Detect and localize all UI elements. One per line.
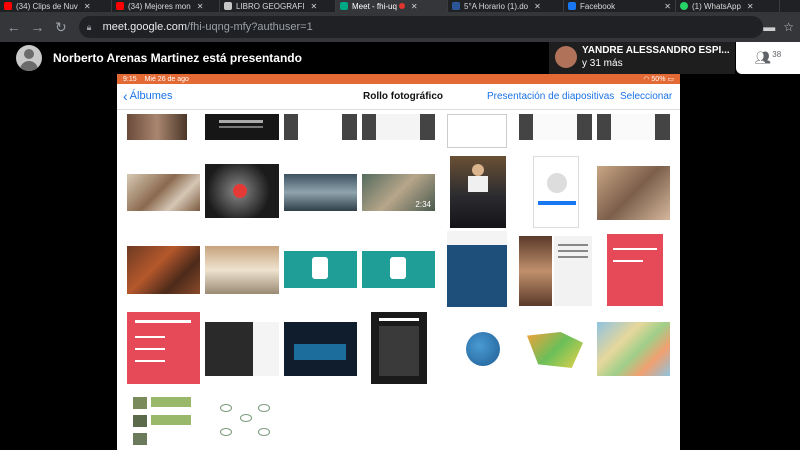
photo-thumbnail[interactable] bbox=[371, 312, 427, 384]
document-icon bbox=[224, 2, 232, 10]
photo-thumbnail[interactable] bbox=[597, 114, 670, 140]
albums-back-button[interactable]: ‹ Álbumes bbox=[123, 88, 173, 104]
participant-name: YANDRE ALESSANDRO ESPI... bbox=[582, 45, 730, 56]
photo-thumbnail[interactable] bbox=[597, 166, 670, 220]
chevron-left-icon: ‹ bbox=[123, 88, 128, 104]
photo-thumbnail[interactable] bbox=[447, 231, 507, 307]
tab-title: 5°A Horario (1).do bbox=[464, 1, 529, 11]
video-duration: 2:34 bbox=[415, 200, 431, 209]
address-bar[interactable]: 🔒︎ meet.google.com/fhi-uqng-mfy?authuser… bbox=[78, 16, 764, 38]
camera-icon[interactable]: ▬ bbox=[763, 20, 775, 34]
url-path: /fhi-uqng-mfy?authuser=1 bbox=[187, 21, 313, 33]
meet-icon bbox=[340, 2, 348, 10]
photos-nav-bar: ‹ Álbumes Rollo fotográfico Presentación… bbox=[117, 84, 680, 110]
photo-thumbnail[interactable] bbox=[284, 114, 357, 140]
participant-more: y 31 más bbox=[582, 58, 623, 69]
lock-icon: 🔒︎ bbox=[86, 22, 92, 32]
photo-thumbnail[interactable] bbox=[554, 236, 592, 306]
tab-whatsapp[interactable]: (1) WhatsApp ✕ bbox=[676, 0, 780, 12]
close-icon[interactable]: ✕ bbox=[664, 2, 671, 11]
photo-thumbnail[interactable] bbox=[442, 322, 515, 376]
photo-thumbnail[interactable] bbox=[212, 396, 278, 448]
forward-arrow-icon[interactable]: → bbox=[28, 17, 48, 37]
status-date: Mié 26 de ago bbox=[144, 75, 189, 83]
people-count: 38 bbox=[772, 49, 782, 59]
close-icon[interactable]: ✕ bbox=[310, 2, 317, 11]
photo-thumbnail[interactable] bbox=[133, 391, 193, 450]
photo-thumbnail[interactable] bbox=[205, 322, 279, 376]
youtube-icon bbox=[4, 2, 12, 10]
reload-icon[interactable]: ↻ bbox=[51, 17, 71, 37]
browser-toolbar: ← → ↻ 🔒︎ meet.google.com/fhi-uqng-mfy?au… bbox=[0, 12, 800, 42]
tab-horario[interactable]: 5°A Horario (1).do ✕ bbox=[448, 0, 564, 12]
close-icon[interactable]: ✕ bbox=[534, 2, 541, 11]
toolbar-actions: ▬ ☆ bbox=[763, 20, 800, 34]
battery-percent: 50% bbox=[651, 76, 666, 83]
photo-thumbnail[interactable] bbox=[284, 174, 357, 211]
photo-thumbnail[interactable] bbox=[284, 251, 357, 288]
photo-thumbnail[interactable] bbox=[597, 322, 670, 376]
tab-clips[interactable]: (34) Clips de Nuv ✕ bbox=[0, 0, 112, 12]
wifi-icon: ◠ bbox=[643, 76, 650, 83]
facebook-icon bbox=[568, 2, 576, 10]
browser-tab-strip: (34) Clips de Nuv ✕ (34) Mejores mon ✕ L… bbox=[0, 0, 800, 12]
photo-thumbnail[interactable] bbox=[519, 236, 552, 306]
tab-title: LIBRO GEOGRAFI bbox=[236, 1, 305, 11]
page-title: Rollo fotográfico bbox=[363, 91, 443, 102]
photo-thumbnail[interactable] bbox=[447, 114, 507, 148]
youtube-icon bbox=[116, 2, 124, 10]
close-icon[interactable]: ✕ bbox=[84, 2, 91, 11]
photo-thumbnail[interactable] bbox=[533, 156, 579, 228]
recording-icon bbox=[398, 3, 405, 9]
photo-thumbnail[interactable] bbox=[127, 174, 200, 211]
select-button[interactable]: Seleccionar bbox=[620, 91, 672, 102]
photo-thumbnail[interactable] bbox=[205, 246, 279, 294]
whatsapp-icon bbox=[680, 2, 688, 10]
photo-thumbnail[interactable] bbox=[284, 322, 357, 376]
photo-thumbnail[interactable] bbox=[607, 234, 663, 306]
photo-thumbnail[interactable] bbox=[450, 156, 506, 228]
tab-libro[interactable]: LIBRO GEOGRAFI ✕ bbox=[220, 0, 336, 12]
photo-thumbnail[interactable] bbox=[519, 114, 592, 140]
back-arrow-icon[interactable]: ← bbox=[4, 17, 24, 37]
people-icon: 👥︎ bbox=[754, 50, 772, 65]
photo-thumbnail[interactable] bbox=[127, 312, 200, 384]
presentation-margin-left bbox=[0, 74, 117, 450]
photo-thumbnail[interactable] bbox=[205, 164, 279, 218]
presenter-avatar bbox=[16, 45, 42, 71]
close-icon[interactable]: ✕ bbox=[747, 2, 754, 11]
photo-thumbnail[interactable] bbox=[127, 114, 187, 140]
tab-meet[interactable]: Meet - fhi-uq ✕ bbox=[336, 0, 448, 12]
photo-thumbnail[interactable] bbox=[362, 251, 435, 288]
ipad-status-bar: 9:15 Mié 26 de ago ◠ 50% ▭ bbox=[117, 74, 680, 84]
albums-label: Álbumes bbox=[129, 90, 173, 102]
photo-thumbnail[interactable] bbox=[519, 322, 592, 376]
video-thumbnail[interactable]: 2:34 bbox=[362, 174, 435, 211]
status-left: 9:15 Mié 26 de ago bbox=[123, 76, 195, 83]
photo-thumbnail[interactable] bbox=[127, 246, 200, 294]
battery-icon: ▭ bbox=[667, 76, 674, 83]
tab-title: (34) Clips de Nuv bbox=[16, 1, 78, 11]
close-icon[interactable]: ✕ bbox=[197, 2, 204, 11]
avatar bbox=[555, 46, 577, 68]
status-right: ◠ 50% ▭ bbox=[643, 75, 674, 83]
tab-title: (1) WhatsApp bbox=[692, 1, 741, 11]
word-icon bbox=[452, 2, 460, 10]
slideshow-button[interactable]: Presentación de diapositivas bbox=[487, 91, 614, 102]
tab-title: (34) Mejores mon bbox=[128, 1, 191, 11]
star-icon[interactable]: ☆ bbox=[783, 20, 794, 34]
tab-title: Facebook bbox=[580, 1, 616, 11]
presented-screen: 9:15 Mié 26 de ago ◠ 50% ▭ ‹ Álbumes Rol… bbox=[117, 74, 680, 450]
tab-facebook[interactable]: Facebook ✕ bbox=[564, 0, 676, 12]
presenter-label: Norberto Arenas Martinez está presentand… bbox=[53, 51, 302, 65]
presentation-margin-right bbox=[680, 74, 800, 450]
photo-thumbnail[interactable] bbox=[205, 114, 279, 140]
status-time: 9:15 bbox=[123, 75, 137, 83]
close-icon[interactable]: ✕ bbox=[411, 2, 418, 11]
tab-title: Meet - fhi-uq bbox=[352, 1, 397, 11]
photo-thumbnail[interactable] bbox=[362, 114, 435, 140]
url-host: meet.google.com bbox=[102, 21, 188, 33]
tab-mejores[interactable]: (34) Mejores mon ✕ bbox=[112, 0, 220, 12]
people-button[interactable]: 👥︎ 38 bbox=[736, 42, 800, 74]
